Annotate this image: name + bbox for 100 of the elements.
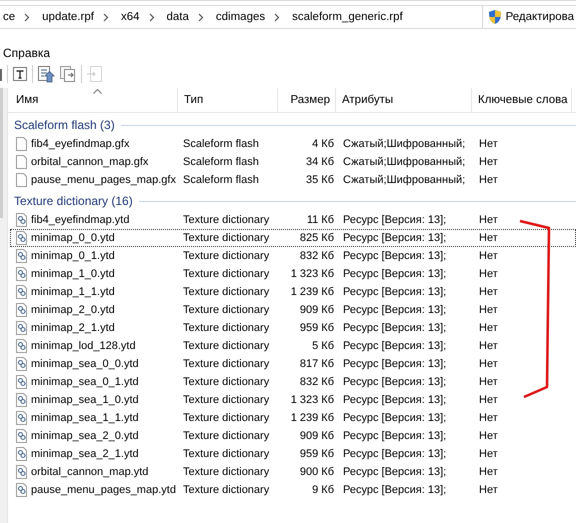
file-size: 11 Кб [306,214,335,226]
file-type: Texture dictionary [182,250,270,262]
chevron-right-icon [274,12,280,22]
file-name[interactable]: fib4_eyefindmap.ytd [31,214,130,226]
focused-row[interactable]: minimap_0_0.ytd Texture dictionary 825 Кб Ресурс [Версия: 13]; Нет [10,229,576,247]
file-size: 959 Кб [298,448,335,460]
chevron-right-icon [24,12,30,22]
edit-button[interactable]: Редактирова [482,6,576,28]
file-keywords: Нет [478,484,499,496]
file-attributes: Ресурс [Версия: 13]; [342,214,448,226]
file-type: Texture dictionary [182,232,270,244]
file-name[interactable]: minimap_2_1.ytd [31,322,115,334]
file-keywords: Нет [478,340,499,352]
file-keywords: Нет [478,138,499,150]
file-attributes: Ресурс [Версия: 13]; [342,394,448,406]
file-attributes: Ресурс [Версия: 13]; [342,484,448,496]
file-type: Texture dictionary [182,322,270,334]
file-type: Texture dictionary [182,358,270,370]
file-type: Texture dictionary [182,430,270,442]
toolbar-icon[interactable] [0,66,3,82]
file-type: Texture dictionary [182,286,270,298]
file-attributes: Ресурс [Версия: 13]; [342,448,448,460]
file-size: 832 Кб [298,250,335,262]
file-name[interactable]: minimap_lod_128.ytd [31,340,136,352]
file-name[interactable]: fib4_eyefindmap.gfx [31,138,130,150]
file-icon [16,173,27,187]
file-attributes: Ресурс [Версия: 13]; [342,322,448,334]
file-name[interactable]: minimap_0_1.ytd [31,250,115,262]
breadcrumb-item[interactable]: ce [0,11,18,23]
file-size: 34 Кб [305,156,335,168]
file-attributes: Ресурс [Версия: 13]; [342,250,448,262]
file-name[interactable]: minimap_0_0.ytd [31,232,115,244]
file-size: 832 Кб [298,376,335,388]
file-size: 35 Кб [305,174,335,186]
file-name[interactable]: minimap_2_0.ytd [31,304,115,316]
scrollbar-thumb[interactable] [0,88,3,218]
file-attributes: Ресурс [Версия: 13]; [342,232,448,244]
column-header[interactable]: Атрибуты [336,88,472,112]
breadcrumb-item[interactable]: x64 [118,11,142,23]
file-name[interactable]: minimap_sea_2_0.ytd [31,430,139,442]
file-size: 959 Кб [298,322,335,334]
file-type: Texture dictionary [182,376,270,388]
file-size: 9 Кб [311,484,335,496]
file-type: Texture dictionary [182,340,270,352]
group-header[interactable]: Texture dictionary (16) [14,194,133,208]
file-size: 1 323 Кб [290,268,335,280]
file-keywords: Нет [478,448,499,460]
chevron-right-icon [198,12,204,22]
file-keywords: Нет [478,304,499,316]
list-upload-icon[interactable] [37,65,55,83]
file-name[interactable]: minimap_sea_0_0.ytd [31,358,139,370]
file-type: Texture dictionary [182,394,270,406]
file-size: 909 Кб [298,304,335,316]
file-size: 5 Кб [311,340,335,352]
copy-documents-icon[interactable] [59,65,77,83]
file-name[interactable]: orbital_cannon_map.ytd [31,466,148,478]
file-type: Texture dictionary [182,268,270,280]
file-attributes: Ресурс [Версия: 13]; [342,286,448,298]
breadcrumb-item[interactable]: data [164,11,192,23]
file-attributes: Ресурс [Версия: 13]; [342,340,448,352]
file-keywords: Нет [478,322,499,334]
file-attributes: Ресурс [Версия: 13]; [342,430,448,442]
file-keywords: Нет [478,214,499,226]
file-size: 1 239 Кб [290,286,335,298]
file-name[interactable]: minimap_sea_1_1.ytd [31,412,139,424]
file-size: 1 323 Кб [290,394,335,406]
file-type: Texture dictionary [182,466,270,478]
file-name[interactable]: pause_menu_pages_map.ytd [31,484,176,496]
file-size: 1 239 Кб [290,412,335,424]
file-keywords: Нет [478,430,499,442]
file-keywords: Нет [478,286,499,298]
column-header[interactable]: Тип [178,88,278,112]
file-attributes: Ресурс [Версия: 13]; [342,358,448,370]
file-name[interactable]: minimap_sea_0_1.ytd [31,376,139,388]
file-name[interactable]: minimap_sea_2_1.ytd [31,448,139,460]
group-header[interactable]: Scaleform flash (3) [14,118,115,132]
file-type: Scaleform flash [182,138,260,150]
column-header[interactable]: Ключевые слова [472,88,572,112]
file-name[interactable]: minimap_sea_1_0.ytd [31,394,139,406]
file-name[interactable]: orbital_cannon_map.gfx [31,156,148,168]
file-name[interactable]: minimap_1_0.ytd [31,268,115,280]
file-icon [16,137,27,151]
breadcrumb-item[interactable]: update.rpf [39,11,97,23]
file-keywords: Нет [478,394,499,406]
breadcrumb-item[interactable]: scaleform_generic.rpf [289,11,406,23]
file-size: 900 Кб [298,466,335,478]
chevron-right-icon [148,12,154,22]
file-type: Texture dictionary [182,304,270,316]
file-type: Texture dictionary [182,214,270,226]
file-keywords: Нет [478,232,499,244]
file-attributes: Сжатый;Шифрованный; [342,174,466,186]
file-attributes: Ресурс [Версия: 13]; [342,466,448,478]
file-name[interactable]: minimap_1_1.ytd [31,286,115,298]
file-keywords: Нет [478,358,499,370]
column-header[interactable]: Размер [278,88,336,112]
file-name[interactable]: pause_menu_pages_map.gfx [31,174,176,186]
menu-item[interactable]: Справка [3,46,50,60]
text-document-icon[interactable] [12,66,28,82]
file-keywords: Нет [478,412,499,424]
breadcrumb-item[interactable]: cdimages [212,11,268,23]
